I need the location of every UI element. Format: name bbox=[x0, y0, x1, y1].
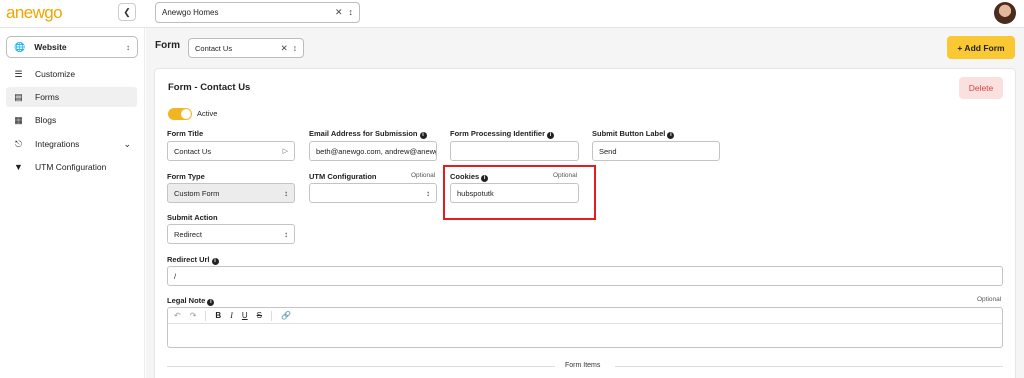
form-title-field[interactable]: Contact Us ▷ bbox=[167, 141, 295, 161]
avatar[interactable] bbox=[994, 2, 1016, 24]
info-icon[interactable]: i bbox=[207, 299, 215, 306]
site-select-value: Website bbox=[34, 42, 67, 52]
form-title-label: Form Title bbox=[167, 129, 203, 138]
legal-note-label: Legal Note i bbox=[167, 296, 215, 306]
submit-label-value: Send bbox=[599, 146, 617, 156]
sidebar-item-forms[interactable]: ▤ Forms bbox=[6, 87, 137, 107]
email-field[interactable]: beth@anewgo.com, andrew@anewgo bbox=[309, 141, 437, 161]
plug-icon: ⎋ bbox=[14, 138, 23, 149]
info-icon[interactable]: i bbox=[419, 132, 427, 139]
submit-action-value: Redirect bbox=[174, 229, 202, 239]
form-title-value: Contact Us bbox=[174, 146, 212, 156]
info-icon[interactable]: i bbox=[667, 132, 675, 139]
top-bar: anewgo ❮ Anewgo Homes ✕ ↕ bbox=[0, 0, 1024, 28]
form-type-label: Form Type bbox=[167, 172, 205, 181]
underline-icon[interactable]: U bbox=[242, 311, 248, 320]
editor-toolbar: ↶ ↷ B I U S 🔗 bbox=[168, 308, 1002, 324]
submit-action-label: Submit Action bbox=[167, 213, 218, 222]
bold-icon[interactable]: B bbox=[215, 311, 221, 320]
chevron-updown-icon: ↕ bbox=[126, 42, 130, 52]
processing-identifier-field[interactable] bbox=[450, 141, 579, 161]
clear-icon[interactable]: ✕ bbox=[281, 43, 288, 54]
toggle-knob bbox=[181, 109, 191, 119]
globe-icon: 🌐 bbox=[14, 41, 26, 52]
italic-icon[interactable]: I bbox=[230, 311, 233, 320]
sliders-icon: ☰ bbox=[14, 68, 23, 79]
chevron-updown-icon: ↕ bbox=[348, 7, 354, 17]
processing-label-text: Form Processing Identifier bbox=[450, 129, 546, 138]
email-value: beth@anewgo.com, andrew@anewgo bbox=[316, 146, 437, 156]
chevron-updown-icon: ↕ bbox=[292, 42, 297, 53]
redirect-url-value: / bbox=[174, 271, 177, 281]
utm-label: UTM Configuration bbox=[309, 172, 377, 181]
divider-line bbox=[615, 366, 1003, 367]
optional-label: Optional bbox=[411, 172, 436, 179]
sidebar-item-label: Forms bbox=[35, 92, 60, 102]
info-icon[interactable]: i bbox=[547, 132, 555, 139]
sidebar-item-customize[interactable]: ☰ Customize bbox=[6, 64, 137, 84]
chevron-down-icon: ⌄ bbox=[123, 138, 131, 149]
sidebar-item-label: Customize bbox=[35, 69, 76, 79]
email-label: Email Address for Submission i bbox=[309, 129, 427, 139]
page-title: Form bbox=[155, 40, 180, 51]
utm-label-text: UTM Configuration bbox=[309, 172, 377, 181]
redo-icon[interactable]: ↷ bbox=[190, 311, 197, 320]
form-select[interactable]: Contact Us ✕ ↕ bbox=[188, 38, 304, 58]
strikethrough-icon[interactable]: S bbox=[257, 311, 262, 320]
card-title: Form - Contact Us bbox=[168, 82, 251, 93]
toolbar-divider bbox=[205, 310, 207, 321]
site-select[interactable]: 🌐 Website ↕ bbox=[6, 36, 138, 58]
submit-action-select[interactable]: Redirect ↕ bbox=[167, 224, 295, 244]
submit-button-label-field[interactable]: Send bbox=[592, 141, 720, 161]
form-select-value: Contact Us bbox=[195, 43, 233, 53]
delete-button[interactable]: Delete bbox=[959, 77, 1003, 99]
community-select-value: Anewgo Homes bbox=[162, 8, 219, 17]
sidebar-item-blogs[interactable]: ▦ Blogs bbox=[6, 110, 137, 130]
anewgo-logo: anewgo bbox=[6, 3, 63, 22]
sidebar-item-utm-configuration[interactable]: ▼ UTM Configuration bbox=[6, 157, 137, 177]
form-type-value: Custom Form bbox=[174, 188, 220, 198]
legal-note-editor[interactable]: ↶ ↷ B I U S 🔗 bbox=[167, 307, 1003, 348]
divider-line bbox=[167, 366, 555, 367]
add-form-button[interactable]: + Add Form bbox=[947, 36, 1015, 59]
email-label-text: Email Address for Submission bbox=[309, 129, 418, 138]
clear-icon[interactable]: ✕ bbox=[335, 7, 343, 18]
input-handle-icon: ▷ bbox=[282, 148, 288, 155]
community-select[interactable]: Anewgo Homes ✕ ↕ bbox=[155, 2, 360, 23]
form-title-label-text: Form Title bbox=[167, 129, 204, 138]
sidebar-item-label: Integrations bbox=[35, 139, 80, 149]
form-type-select[interactable]: Custom Form ↕ bbox=[167, 183, 295, 203]
collapse-sidebar-button[interactable]: ❮ bbox=[118, 3, 136, 21]
toolbar-divider bbox=[270, 310, 272, 321]
chevron-updown-icon: ↕ bbox=[284, 188, 288, 198]
forms-icon: ▤ bbox=[14, 91, 23, 102]
cookies-highlight-box bbox=[443, 165, 596, 220]
redirect-url-label-text: Redirect Url bbox=[167, 255, 210, 264]
redirect-url-label: Redirect Url i bbox=[167, 255, 219, 265]
filter-icon: ▼ bbox=[14, 162, 23, 172]
sidebar-item-integrations[interactable]: ⎋ Integrations ⌄ bbox=[6, 134, 137, 154]
utm-configuration-select[interactable]: ↕ bbox=[309, 183, 437, 203]
submit-label-label-text: Submit Button Label bbox=[592, 129, 666, 138]
active-label: Active bbox=[197, 109, 218, 118]
sidebar-item-label: UTM Configuration bbox=[35, 162, 107, 172]
link-icon[interactable]: 🔗 bbox=[281, 311, 291, 320]
processing-label: Form Processing Identifier i bbox=[450, 129, 555, 139]
sidebar: 🌐 Website ↕ ☰ Customize ▤ Forms ▦ Blogs … bbox=[0, 28, 145, 378]
undo-icon[interactable]: ↶ bbox=[174, 311, 181, 320]
chevron-updown-icon: ↕ bbox=[426, 188, 430, 198]
submit-action-label-text: Submit Action bbox=[167, 213, 218, 222]
form-type-label-text: Form Type bbox=[167, 172, 205, 181]
submit-label-label: Submit Button Label i bbox=[592, 129, 675, 139]
chevron-left-icon: ❮ bbox=[123, 6, 131, 17]
active-toggle[interactable] bbox=[168, 108, 192, 120]
newspaper-icon: ▦ bbox=[14, 114, 23, 125]
optional-label: Optional bbox=[977, 296, 1002, 303]
redirect-url-field[interactable]: / bbox=[167, 266, 1003, 286]
form-items-heading: Form Items bbox=[565, 362, 601, 369]
info-icon[interactable]: i bbox=[211, 258, 219, 265]
chevron-updown-icon: ↕ bbox=[284, 229, 288, 239]
legal-note-label-text: Legal Note bbox=[167, 296, 206, 305]
sidebar-item-label: Blogs bbox=[35, 115, 57, 125]
